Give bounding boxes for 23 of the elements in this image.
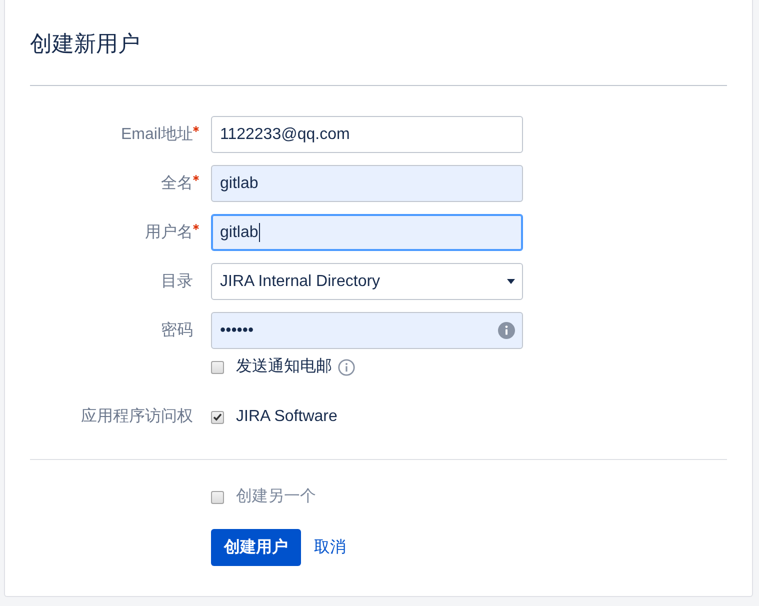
checkbox-label[interactable]: JIRA Software [236, 406, 338, 428]
checkbox[interactable] [211, 490, 224, 504]
cancel-link[interactable]: 取消 [314, 536, 346, 558]
checkbox-label[interactable]: 发送通知电邮 [236, 356, 332, 378]
info-icon[interactable] [498, 322, 515, 339]
text-field[interactable]: gitlab [211, 214, 523, 251]
field-label: 全名 [161, 174, 193, 194]
checkbox-label[interactable]: 创建另一个 [236, 486, 316, 508]
field-label: 密码 [161, 320, 193, 340]
field-label: Email地址 [120, 124, 193, 144]
caret-icon [507, 279, 515, 284]
create-user-button[interactable]: 创建用户 [211, 529, 301, 566]
field-label: 应用程序访问权 [81, 406, 193, 427]
field-label: 目录 [161, 272, 193, 292]
text-field[interactable]: gitlab [211, 165, 523, 202]
email-field[interactable]: 1122233@qq.com [211, 116, 523, 153]
dropdown-select[interactable]: JIRA Internal Directory [211, 263, 523, 300]
field-label: 用户名 [145, 222, 193, 242]
checkbox[interactable] [211, 360, 224, 374]
page-title: 创建新用户 [30, 30, 140, 58]
password-field[interactable]: •••••• [211, 312, 523, 349]
info-icon[interactable] [338, 358, 355, 376]
checkbox[interactable] [211, 410, 224, 424]
